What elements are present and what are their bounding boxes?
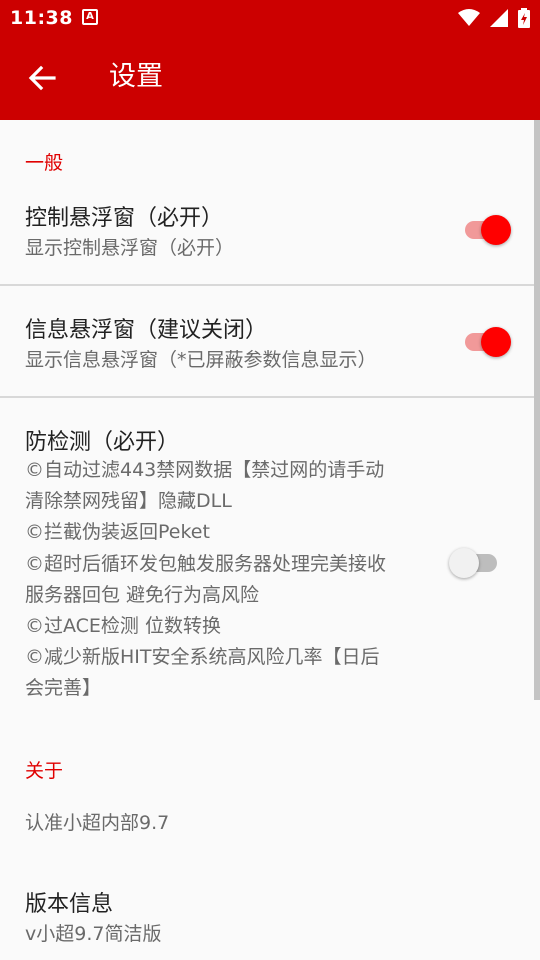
- summary-line: ©自动过滤443禁网数据【禁过网的请手动: [25, 459, 385, 481]
- category-about: 关于: [25, 760, 64, 782]
- status-time: 11:38: [10, 7, 73, 29]
- summary-line: 清除禁网残留】隐藏DLL: [25, 490, 232, 513]
- anti-detect-switch[interactable]: [449, 548, 501, 578]
- setting-anti-detect[interactable]: 防检测（必开） ©自动过滤443禁网数据【禁过网的请手动 清除禁网残留】隐藏DL…: [0, 398, 540, 718]
- settings-list[interactable]: 一般 控制悬浮窗（必开） 显示控制悬浮窗（必开） 信息悬浮窗（建议关闭） 显示信…: [0, 120, 540, 960]
- page-title: 设置: [109, 61, 163, 92]
- summary-line: ©减少新版HIT安全系统高风险几率【日后: [25, 646, 380, 669]
- setting-summary: 显示控制悬浮窗（必开）: [25, 237, 235, 259]
- setting-summary: ©自动过滤443禁网数据【禁过网的请手动 清除禁网残留】隐藏DLL ©拦截伪装返…: [25, 455, 425, 705]
- setting-title: 控制悬浮窗（必开）: [25, 206, 224, 231]
- about-version-item[interactable]: 版本信息 v小超9.7简洁版: [0, 870, 540, 960]
- category-general: 一般: [25, 152, 64, 174]
- summary-line: 服务器回包 避免行为高风险: [25, 583, 260, 606]
- about-brand-text: 认准小超内部9.7: [25, 812, 170, 834]
- battery-icon: [518, 8, 530, 28]
- back-arrow-icon[interactable]: [26, 62, 58, 94]
- app-bar: 设置: [0, 36, 540, 120]
- setting-info-float[interactable]: 信息悬浮窗（建议关闭） 显示信息悬浮窗（*已屏蔽参数信息显示）: [0, 286, 540, 396]
- summary-line: ©拦截伪装返回Peket: [25, 521, 210, 544]
- status-bar: 11:38 A: [0, 0, 540, 36]
- scrollbar[interactable]: [534, 120, 540, 700]
- setting-summary: 显示信息悬浮窗（*已屏蔽参数信息显示）: [25, 349, 377, 371]
- version-value: v小超9.7简洁版: [25, 923, 162, 945]
- signal-icon: [490, 9, 508, 27]
- wifi-icon: [458, 9, 480, 26]
- control-float-switch[interactable]: [459, 215, 511, 245]
- version-title: 版本信息: [25, 892, 114, 917]
- info-float-switch[interactable]: [459, 327, 511, 357]
- setting-control-float[interactable]: 控制悬浮窗（必开） 显示控制悬浮窗（必开）: [0, 184, 540, 284]
- about-brand-item[interactable]: 认准小超内部9.7: [0, 800, 540, 860]
- notification-icon: A: [82, 9, 98, 25]
- summary-line: 会完善】: [25, 677, 102, 700]
- setting-title: 信息悬浮窗（建议关闭）: [25, 318, 268, 343]
- summary-line: ©超时后循环发包触发服务器处理完美接收: [25, 552, 387, 575]
- status-icons: [458, 7, 530, 29]
- summary-line: ©过ACE检测 位数转换: [25, 615, 221, 638]
- setting-title: 防检测（必开）: [25, 430, 180, 455]
